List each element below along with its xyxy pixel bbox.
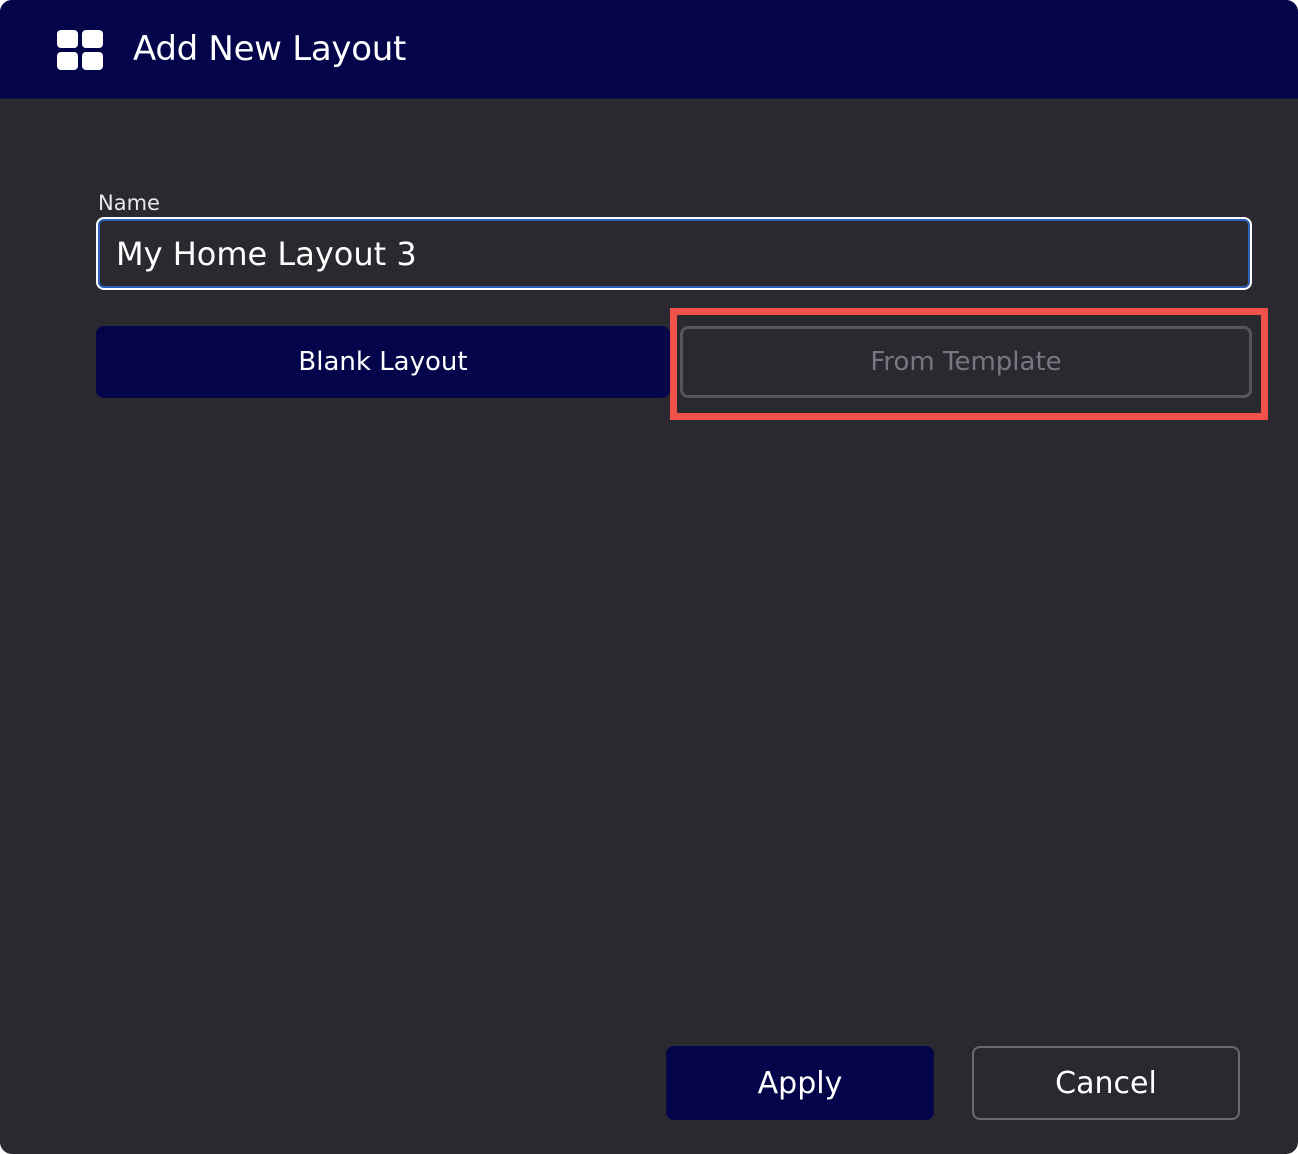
blank-layout-button[interactable]: Blank Layout: [96, 326, 670, 398]
cancel-button[interactable]: Cancel: [972, 1046, 1240, 1120]
layout-grid-icon: [57, 30, 103, 70]
name-field-label: Name: [98, 191, 160, 215]
add-new-layout-dialog: Add New Layout Name Blank Layout From Te…: [0, 0, 1298, 1154]
apply-button[interactable]: Apply: [666, 1046, 934, 1120]
dialog-titlebar: Add New Layout: [0, 0, 1298, 99]
from-template-button[interactable]: From Template: [680, 326, 1252, 398]
dialog-title: Add New Layout: [133, 29, 406, 69]
name-input[interactable]: [96, 217, 1252, 290]
